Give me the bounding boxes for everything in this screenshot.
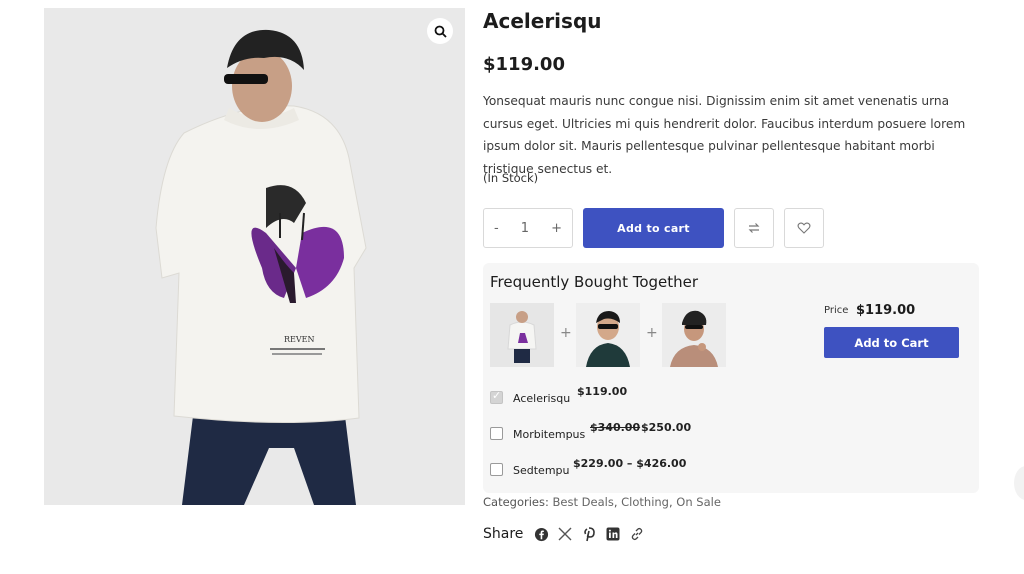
fbt-item: Acelerisqu $119.00 bbox=[490, 385, 790, 409]
product-thumbnail bbox=[662, 303, 726, 367]
product-summary: Acelerisqu $119.00 Yonsequat mauris nunc… bbox=[483, 8, 979, 542]
fbt-add-to-cart-button[interactable]: Add to Cart bbox=[824, 327, 959, 358]
product-image-gallery[interactable]: REVEN bbox=[44, 8, 465, 505]
fbt-item-checkbox[interactable] bbox=[490, 389, 503, 404]
compare-button[interactable] bbox=[734, 208, 774, 248]
product-title: Acelerisqu bbox=[483, 9, 602, 33]
fbt-title: Frequently Bought Together bbox=[490, 273, 699, 291]
x-icon[interactable] bbox=[557, 526, 573, 542]
product-price: $119.00 bbox=[483, 54, 565, 75]
link-icon[interactable] bbox=[629, 526, 645, 542]
category-link[interactable]: Clothing bbox=[621, 495, 669, 509]
stock-status: (In Stock) bbox=[483, 171, 539, 185]
category-separator: , bbox=[613, 495, 618, 509]
product-description: Yonsequat mauris nunc congue nisi. Digni… bbox=[483, 94, 966, 176]
share-bar: Share bbox=[483, 526, 645, 542]
fbt-item-price: $119.00 bbox=[577, 385, 628, 398]
product-thumbnail bbox=[576, 303, 640, 367]
category-separator: , bbox=[668, 495, 673, 509]
zoom-button[interactable] bbox=[427, 18, 453, 44]
product-categories: Categories: Best Deals, Clothing, On Sal… bbox=[483, 495, 721, 509]
compare-icon bbox=[748, 223, 760, 233]
floating-widget-edge bbox=[1014, 466, 1024, 500]
fbt-item-checkbox[interactable] bbox=[490, 427, 503, 440]
fbt-item: Morbitempus $340.00 $250.00 bbox=[490, 421, 790, 445]
quantity-increase-button[interactable]: + bbox=[551, 221, 562, 236]
fbt-thumb-sedtempu[interactable] bbox=[662, 303, 726, 367]
fbt-item-price: $229.00 – $426.00 bbox=[573, 457, 687, 470]
product-thumbnail bbox=[490, 303, 554, 367]
fbt-price-label: Price bbox=[824, 305, 849, 316]
wishlist-button[interactable] bbox=[784, 208, 824, 248]
fbt-item-name[interactable]: Acelerisqu bbox=[513, 392, 570, 405]
fbt-item-old-price: $340.00 bbox=[590, 421, 641, 434]
add-to-cart-row: - 1 + Add to cart bbox=[483, 208, 883, 248]
linkedin-icon[interactable] bbox=[605, 526, 621, 542]
fbt-item-name[interactable]: Morbitempus bbox=[513, 428, 585, 441]
fbt-thumb-morbitempus[interactable] bbox=[576, 303, 640, 367]
fbt-plus: + bbox=[646, 325, 658, 341]
fbt-total-price: $119.00 bbox=[856, 303, 916, 318]
category-link[interactable]: Best Deals bbox=[553, 495, 614, 509]
share-label: Share bbox=[483, 526, 524, 542]
quantity-stepper[interactable]: - 1 + bbox=[483, 208, 573, 248]
product-photo: REVEN bbox=[155, 29, 367, 505]
add-to-cart-button[interactable]: Add to cart bbox=[583, 208, 724, 248]
fbt-item-price: $250.00 bbox=[641, 421, 692, 434]
category-link[interactable]: On Sale bbox=[676, 495, 721, 509]
heart-icon bbox=[797, 222, 811, 234]
frequently-bought-together: Frequently Bought Together + + Price $11… bbox=[483, 263, 979, 493]
fbt-item-checkbox[interactable] bbox=[490, 463, 503, 476]
facebook-icon[interactable] bbox=[533, 526, 549, 542]
fbt-thumb-acelerisqu[interactable] bbox=[490, 303, 554, 367]
quantity-decrease-button[interactable]: - bbox=[494, 221, 499, 236]
quantity-value[interactable]: 1 bbox=[521, 221, 529, 236]
fbt-item: Sedtempu $229.00 – $426.00 bbox=[490, 457, 790, 481]
fbt-item-name[interactable]: Sedtempu bbox=[513, 464, 569, 477]
categories-label: Categories: bbox=[483, 495, 549, 509]
search-icon bbox=[434, 25, 447, 38]
shirt-print-text: REVEN bbox=[284, 335, 314, 344]
pinterest-icon[interactable] bbox=[581, 526, 597, 542]
fbt-plus: + bbox=[560, 325, 572, 341]
